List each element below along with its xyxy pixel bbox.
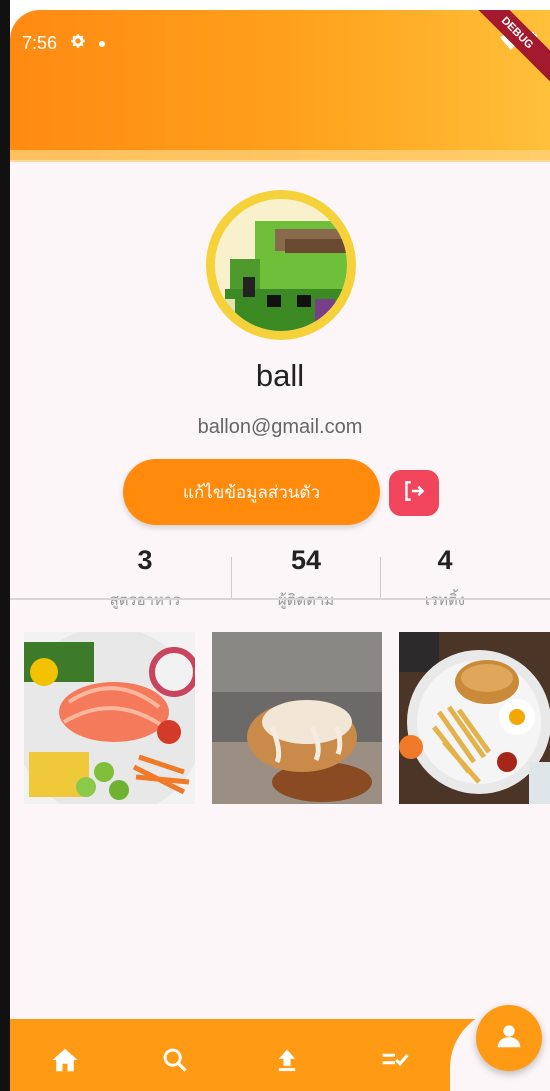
- nav-upload[interactable]: [270, 1045, 304, 1079]
- person-icon: [494, 1021, 524, 1056]
- logout-button[interactable]: [389, 470, 439, 516]
- device-bezel: [0, 0, 10, 1091]
- recipe-photo-burger-fries[interactable]: [399, 632, 550, 804]
- search-icon: [161, 1046, 189, 1079]
- stat-followers-label: ผู้ติดตาม: [277, 592, 335, 609]
- edit-profile-button[interactable]: แก้ไขข้อมูลส่วนตัว: [123, 459, 380, 525]
- profile-stats: 3 สูตรอาหาร 54 ผู้ติดตาม 4 เรทติ้ง: [10, 545, 550, 615]
- logout-icon: [401, 478, 427, 509]
- stat-rating[interactable]: 4 เรทติ้ง: [370, 545, 520, 612]
- gear-icon: [69, 32, 87, 55]
- nav-home[interactable]: [48, 1045, 82, 1079]
- stat-followers-value: 54: [290, 545, 322, 575]
- nav-search[interactable]: [158, 1045, 192, 1079]
- profile-fab-button[interactable]: [476, 1005, 542, 1071]
- header-shadow: [10, 150, 550, 162]
- stat-followers[interactable]: 54 ผู้ติดตาม: [231, 545, 381, 612]
- stat-rating-value: 4: [437, 545, 453, 575]
- recipe-photo-salmon-salad[interactable]: [24, 632, 195, 804]
- nav-checklist[interactable]: [378, 1045, 412, 1079]
- recipe-photo-grid: [24, 632, 550, 804]
- home-icon: [50, 1045, 80, 1080]
- stat-recipes[interactable]: 3 สูตรอาหาร: [70, 545, 220, 612]
- recipe-photo-bread-bun[interactable]: [212, 632, 382, 804]
- stat-rating-label: เรทติ้ง: [424, 592, 466, 609]
- section-divider: [10, 598, 550, 600]
- status-bar-left: 7:56: [22, 32, 106, 55]
- avatar-image: [215, 199, 347, 331]
- status-time: 7:56: [22, 33, 58, 53]
- checklist-icon: [380, 1045, 410, 1080]
- upload-icon: [273, 1046, 301, 1079]
- app-screen: 7:56 DEBUG ball ballon@gmail.com แก้ไขข้…: [10, 10, 550, 1091]
- notification-dot-icon: [99, 40, 106, 47]
- profile-name: ball: [255, 358, 305, 393]
- stat-recipes-value: 3: [137, 545, 153, 575]
- avatar[interactable]: [206, 190, 356, 340]
- profile-email: ballon@gmail.com: [197, 416, 363, 438]
- stat-recipes-label: สูตรอาหาร: [109, 592, 181, 609]
